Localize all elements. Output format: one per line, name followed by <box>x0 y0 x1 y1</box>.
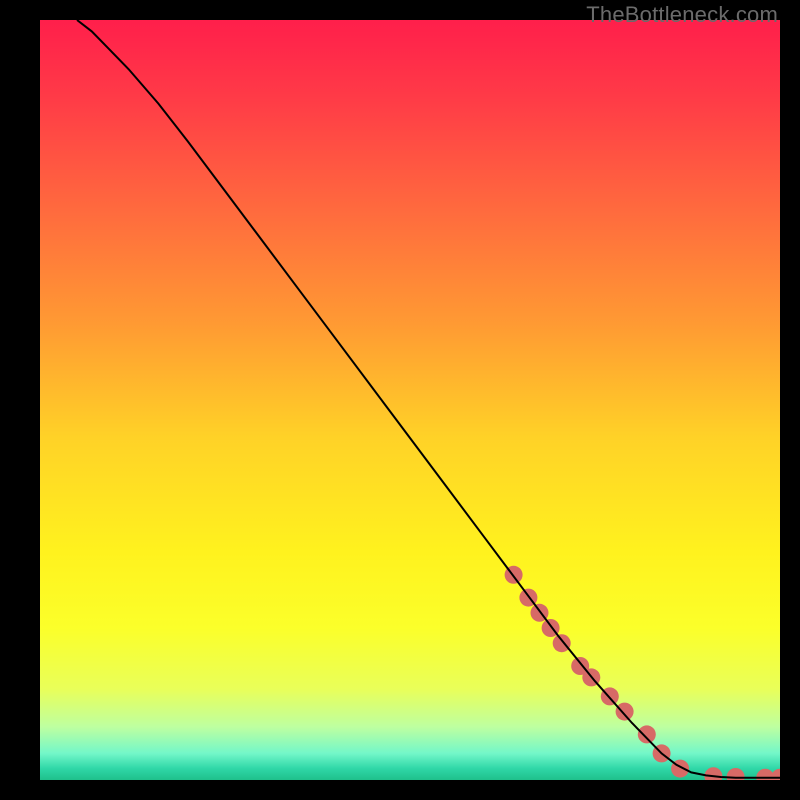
plot-area <box>40 20 780 780</box>
watermark-text: TheBottleneck.com <box>586 2 778 28</box>
chart-frame: TheBottleneck.com <box>0 0 800 800</box>
chart-marker <box>638 725 656 743</box>
chart-svg <box>40 20 780 780</box>
chart-background <box>40 20 780 780</box>
chart-marker <box>616 703 634 721</box>
